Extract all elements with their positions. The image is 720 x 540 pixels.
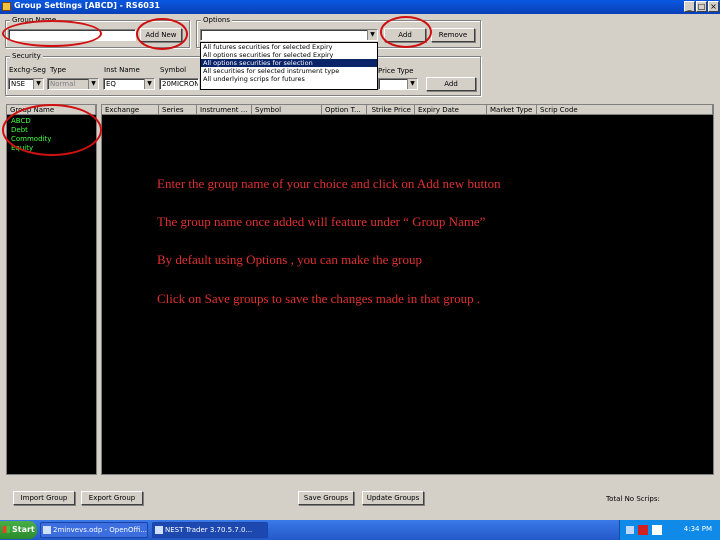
instruction-line-1: Enter the group name of your choice and … xyxy=(157,176,501,191)
exch-seg-label: Exchg-Seg xyxy=(9,66,46,74)
taskbar-item-openoffice[interactable]: 2minvevs.odp - OpenOffi... xyxy=(40,522,148,538)
symbol-label: Symbol xyxy=(160,66,187,74)
maximize-icon[interactable]: □ xyxy=(696,1,707,12)
options-list-item[interactable]: All underlying scrips for futures xyxy=(201,75,377,83)
options-list-item[interactable]: All options securities for selected Expi… xyxy=(201,51,377,59)
taskbar-item-label: NEST Trader 3.70.5.7.0... xyxy=(165,526,253,534)
chevron-down-icon[interactable]: ▼ xyxy=(144,79,154,89)
chevron-down-icon[interactable]: ▼ xyxy=(88,79,98,89)
column-header-series[interactable]: Series xyxy=(159,105,197,115)
options-remove-button[interactable]: Remove xyxy=(431,28,475,42)
column-header-symbol[interactable]: Symbol xyxy=(252,105,322,115)
minimize-icon[interactable]: _ xyxy=(684,1,695,12)
document-icon xyxy=(43,526,51,534)
exch-seg-select[interactable]: NSE ▼ xyxy=(8,78,44,90)
inst-name-select[interactable]: EQ ▼ xyxy=(103,78,155,90)
instruction-line-3: By default using Options , you can make … xyxy=(157,252,423,267)
type-value: Normal xyxy=(50,80,76,88)
close-icon[interactable]: × xyxy=(708,1,719,12)
export-group-button[interactable]: Export Group xyxy=(81,491,143,505)
import-group-button[interactable]: Import Group xyxy=(13,491,75,505)
options-dropdown-list[interactable]: All futures securities for selected Expi… xyxy=(200,42,378,90)
taskbar-item-label: 2minvevs.odp - OpenOffi... xyxy=(53,526,147,534)
options-select[interactable]: ▼ xyxy=(200,29,378,41)
column-header-strike-price[interactable]: Strike Price xyxy=(367,105,415,115)
group-list-item[interactable]: Debt xyxy=(11,126,28,135)
tray-icon[interactable] xyxy=(638,525,648,535)
add-new-button[interactable]: Add New xyxy=(140,28,182,42)
type-select[interactable]: Normal ▼ xyxy=(47,78,99,90)
price-type-select[interactable]: ▼ xyxy=(378,78,418,90)
symbol-input[interactable]: 20MICRON xyxy=(159,78,199,90)
inst-name-label: Inst Name xyxy=(104,66,140,74)
group-name-input[interactable] xyxy=(8,29,136,41)
taskbar-item-nest-trader[interactable]: NEST Trader 3.70.5.7.0... xyxy=(152,522,268,538)
update-groups-button[interactable]: Update Groups xyxy=(362,491,424,505)
tray-icon[interactable] xyxy=(626,526,634,534)
start-label: Start xyxy=(12,525,35,534)
options-add-button[interactable]: Add xyxy=(384,28,426,42)
options-list-item[interactable]: All securities for selected instrument t… xyxy=(201,67,377,75)
column-header-expiry-date[interactable]: Expiry Date xyxy=(415,105,487,115)
group-name-column-header[interactable]: Group Name xyxy=(7,105,96,115)
system-tray: 4:34 PM xyxy=(619,520,720,540)
window-title: Group Settings [ABCD] - RS6031 xyxy=(14,1,160,10)
security-add-button[interactable]: Add xyxy=(426,77,476,91)
column-header-option-type[interactable]: Option T... xyxy=(322,105,367,115)
scrip-grid[interactable]: Exchange Series Instrument ... Symbol Op… xyxy=(101,104,714,475)
chevron-down-icon[interactable]: ▼ xyxy=(407,79,417,89)
tray-icon[interactable] xyxy=(652,525,662,535)
security-label: Security xyxy=(10,52,43,60)
group-name-label: Group Name xyxy=(10,16,59,24)
instruction-line-2: The group name once added will feature u… xyxy=(157,214,486,229)
price-type-label: Price Type xyxy=(378,67,414,75)
windows-logo-icon xyxy=(3,526,10,533)
group-list-item[interactable]: ABCD xyxy=(11,117,31,126)
start-button[interactable]: Start xyxy=(0,521,37,539)
instruction-line-4: Click on Save groups to save the changes… xyxy=(157,291,481,306)
group-name-list[interactable]: Group Name ABCD Debt Commodity Equity xyxy=(6,104,97,475)
type-label: Type xyxy=(50,66,67,74)
column-header-scrip-code[interactable]: Scrip Code xyxy=(537,105,713,115)
exch-seg-value: NSE xyxy=(11,80,26,88)
app-icon xyxy=(155,526,163,534)
column-header-market-type[interactable]: Market Type xyxy=(487,105,537,115)
save-groups-button[interactable]: Save Groups xyxy=(298,491,354,505)
options-list-item-selected[interactable]: All options securities for selection xyxy=(201,59,377,67)
options-label: Options xyxy=(201,16,233,24)
chevron-down-icon[interactable]: ▼ xyxy=(367,30,377,40)
group-list-item[interactable]: Equity xyxy=(11,144,33,153)
chevron-down-icon[interactable]: ▼ xyxy=(33,79,43,89)
clock: 4:34 PM xyxy=(683,525,712,533)
inst-name-value: EQ xyxy=(106,80,116,88)
app-icon xyxy=(2,2,11,11)
column-header-exchange[interactable]: Exchange xyxy=(102,105,159,115)
options-list-item[interactable]: All futures securities for selected Expi… xyxy=(201,43,377,51)
column-header-instrument[interactable]: Instrument ... xyxy=(197,105,252,115)
title-bar[interactable]: Group Settings [ABCD] - RS6031 _ □ × xyxy=(0,0,720,14)
taskbar: Start 2minvevs.odp - OpenOffi... NEST Tr… xyxy=(0,520,720,540)
group-list-item[interactable]: Commodity xyxy=(11,135,51,144)
total-scrips-label: Total No Scrips: xyxy=(606,495,660,503)
